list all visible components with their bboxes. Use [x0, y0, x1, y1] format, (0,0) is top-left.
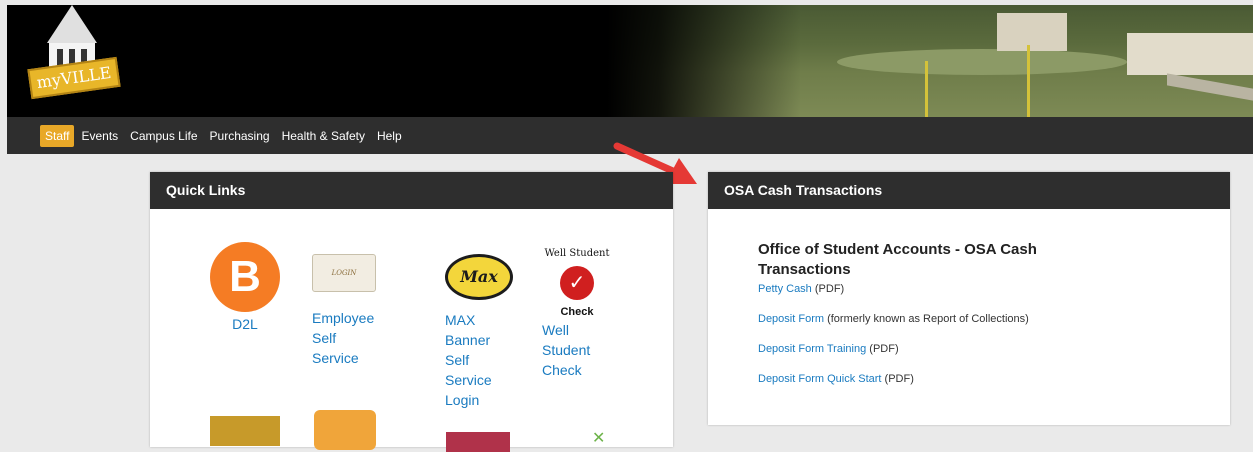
photo-building: [997, 13, 1067, 51]
osa-link-row: Deposit Form (formerly known as Report o…: [758, 313, 1029, 325]
quick-links-panel: Quick Links B D2L LOGIN Employee Self Se…: [150, 172, 673, 447]
link-suffix: (PDF): [866, 343, 899, 355]
max-icon: Max: [445, 254, 513, 300]
deposit-form-quick-start-link[interactable]: Deposit Form Quick Start: [758, 373, 881, 385]
quick-link-label: Login: [445, 392, 480, 408]
site-header: myVILLE: [7, 5, 1253, 117]
deposit-form-training-link[interactable]: Deposit Form Training: [758, 343, 866, 355]
link-suffix: (PDF): [881, 373, 914, 385]
quick-link-employee-self-service[interactable]: LOGIN Employee Self Service: [312, 254, 376, 368]
nav-item-help[interactable]: Help: [372, 125, 407, 147]
osa-link-row: Deposit Form Quick Start (PDF): [758, 373, 914, 385]
myville-logo[interactable]: myVILLE: [27, 5, 121, 105]
quick-link-icon[interactable]: [210, 416, 280, 446]
quick-link-label: Check: [542, 362, 582, 378]
quick-link-label: Student: [542, 342, 591, 358]
quick-link-icon[interactable]: [314, 410, 376, 450]
quick-link-label: Self: [312, 330, 337, 346]
quick-link-icon[interactable]: ✕: [592, 428, 612, 448]
link-suffix: (formerly known as Report of Collections…: [824, 313, 1029, 325]
checkmark-icon: ✓: [560, 266, 594, 300]
petty-cash-link[interactable]: Petty Cash: [758, 283, 812, 295]
quick-links-title: Quick Links: [150, 172, 673, 209]
quick-link-label: MAX: [445, 312, 476, 328]
quick-link-label: Service: [445, 372, 492, 388]
d2l-icon: B: [210, 242, 280, 312]
nav-item-events[interactable]: Events: [76, 125, 123, 147]
osa-heading: Office of Student Accounts - OSA Cash Tr…: [758, 241, 1037, 278]
photo-building: [1127, 33, 1253, 75]
quick-link-label: Self: [445, 352, 470, 368]
quick-link-label: Service: [312, 350, 359, 366]
nav-item-staff[interactable]: Staff: [40, 125, 75, 147]
osa-cash-transactions-panel: OSA Cash Transactions Office of Student …: [708, 172, 1230, 425]
osa-panel-title: OSA Cash Transactions: [708, 172, 1230, 209]
nav-item-health-safety[interactable]: Health & Safety: [277, 125, 370, 147]
deposit-form-link[interactable]: Deposit Form: [758, 313, 824, 325]
nav-item-purchasing[interactable]: Purchasing: [205, 125, 275, 147]
quick-link-label: Employee: [312, 310, 375, 326]
quick-link-label: D2L: [232, 316, 258, 332]
quick-link-label: Well: [542, 322, 569, 338]
osa-link-row: Deposit Form Training (PDF): [758, 343, 899, 355]
photo-field: [837, 49, 1127, 75]
well-student-check-icon-top: Well Student: [544, 248, 610, 259]
campus-photo: [607, 5, 1253, 117]
quick-link-well-student-check[interactable]: Well Student ✓ Check Well Student Check: [542, 244, 612, 380]
quick-link-label: Banner: [445, 332, 491, 348]
osa-link-row: Petty Cash (PDF): [758, 283, 844, 295]
nav-item-campus-life[interactable]: Campus Life: [125, 125, 202, 147]
employee-self-service-icon: LOGIN: [312, 254, 376, 292]
photo-pole: [1027, 45, 1030, 117]
photo-road: [1167, 73, 1253, 101]
photo-pole: [925, 61, 928, 117]
quick-link-icon[interactable]: [446, 432, 510, 452]
well-student-check-icon-bottom: Check: [560, 306, 594, 318]
quick-link-max[interactable]: Max MAX Banner Self Service Login: [445, 254, 513, 410]
well-student-check-icon: Well Student ✓ Check: [542, 244, 612, 322]
quick-link-d2l[interactable]: B D2L: [210, 242, 280, 334]
link-suffix: (PDF): [811, 283, 845, 295]
